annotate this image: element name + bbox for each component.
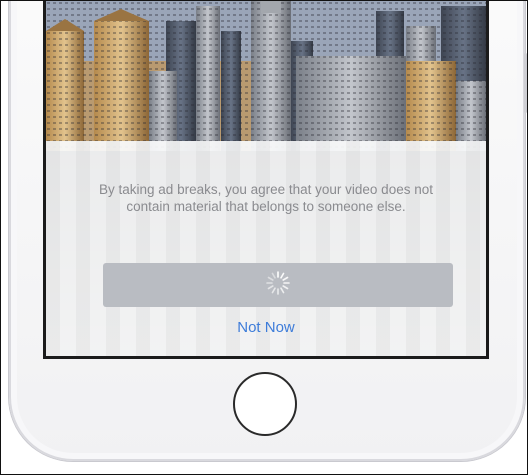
spinner-icon xyxy=(265,270,291,301)
phone-screen: By taking ad breaks, you agree that your… xyxy=(43,1,489,359)
ad-breaks-loading-button[interactable] xyxy=(103,263,453,307)
spinner-graphic xyxy=(266,270,290,295)
screenshot-frame: By taking ad breaks, you agree that your… xyxy=(0,0,528,475)
city-skyline-illustration xyxy=(46,1,486,151)
home-button[interactable] xyxy=(233,372,297,436)
city-background-image xyxy=(46,1,486,151)
not-now-link[interactable]: Not Now xyxy=(46,319,486,336)
ad-breaks-sheet: By taking ad breaks, you agree that your… xyxy=(46,141,486,356)
side-button xyxy=(524,53,527,113)
ad-breaks-notice: By taking ad breaks, you agree that your… xyxy=(99,182,433,214)
